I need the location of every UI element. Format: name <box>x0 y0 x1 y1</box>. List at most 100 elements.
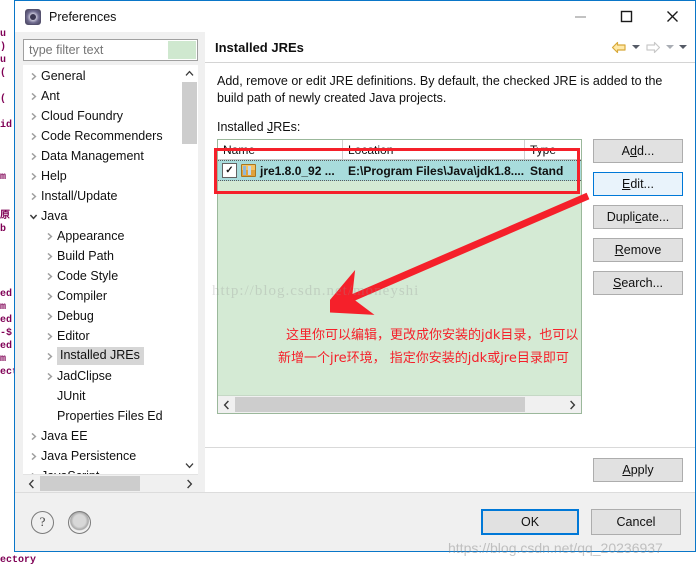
tree-item-label: Code Recommenders <box>41 128 163 143</box>
tree-vscroll-track[interactable] <box>181 82 198 457</box>
remove-button[interactable]: Remove <box>593 238 683 262</box>
add-button[interactable]: Ad d... <box>593 139 683 163</box>
chevron-down-icon[interactable] <box>25 212 41 221</box>
tree-item-build-path[interactable]: Build Path <box>23 246 181 266</box>
chevron-left-icon[interactable] <box>218 396 235 413</box>
tree-item-label: Debug <box>57 308 94 323</box>
tree-item-code-recommenders[interactable]: Code Recommenders <box>23 126 181 146</box>
tree-item-label: Installed JREs <box>57 347 144 365</box>
search-button[interactable]: Search... <box>593 271 683 295</box>
tree-item-appearance[interactable]: Appearance <box>23 226 181 246</box>
chevron-right-icon[interactable] <box>41 272 57 281</box>
circle-icon[interactable] <box>68 510 91 534</box>
chevron-right-icon[interactable] <box>41 252 57 261</box>
maximize-button[interactable] <box>603 1 649 32</box>
edit-button[interactable]: Edit... <box>593 172 683 196</box>
chevron-right-icon[interactable] <box>41 352 57 361</box>
tree-item-java-persistence[interactable]: Java Persistence <box>23 446 181 466</box>
cell-type: Stand <box>530 163 564 178</box>
chevron-right-icon[interactable] <box>25 432 41 441</box>
apply-label-post: pply <box>630 463 654 477</box>
forward-caret-down-icon[interactable] <box>666 45 674 49</box>
chevron-right-icon[interactable] <box>41 372 57 381</box>
close-button[interactable] <box>649 1 695 32</box>
cancel-button[interactable]: Cancel <box>591 509 681 535</box>
tree-item-jadclipse[interactable]: JadClipse <box>23 366 181 386</box>
tree-item-java[interactable]: Java <box>23 206 181 226</box>
page-content: Add, remove or edit JRE definitions. By … <box>205 63 695 447</box>
row-checkbox[interactable]: ✓ <box>222 163 237 178</box>
arrow-left-icon[interactable] <box>611 41 627 54</box>
dialog-body: General Ant Cloud Foundry Code Recommenders… <box>15 32 695 492</box>
tree-item-general[interactable]: General <box>23 66 181 86</box>
jre-hscroll-track[interactable] <box>235 396 564 413</box>
chevron-right-icon[interactable] <box>41 292 57 301</box>
add-label-mnemonic: d <box>630 144 637 158</box>
tree-item-compiler[interactable]: Compiler <box>23 286 181 306</box>
chevron-right-icon[interactable] <box>181 475 198 492</box>
installed-jres-label: Installed JREs: <box>217 120 683 134</box>
tree-hscroll-track[interactable] <box>40 475 181 492</box>
tree-vscroll-thumb[interactable] <box>182 82 197 144</box>
apply-button[interactable]: Apply <box>593 458 683 482</box>
chevron-right-icon[interactable] <box>25 152 41 161</box>
jre-hscroll-thumb[interactable] <box>235 397 525 412</box>
tree-item-java-ee[interactable]: Java EE <box>23 426 181 446</box>
tree-item-label: Cloud Foundry <box>41 108 123 123</box>
tree-item-debug[interactable]: Debug <box>23 306 181 326</box>
minimize-button[interactable] <box>557 1 603 32</box>
tree-horizontal-scrollbar[interactable] <box>23 474 198 492</box>
chevron-right-icon[interactable] <box>25 172 41 181</box>
jre-table-body: ✓ jre1.8.0_92 ... E:\Program Files\Java\jd… <box>218 160 581 395</box>
tree-hscroll-thumb[interactable] <box>40 476 140 491</box>
chevron-right-icon[interactable] <box>25 112 41 121</box>
tree-item-properties-files-ed[interactable]: Properties Files Ed <box>23 406 181 426</box>
tree-item-help[interactable]: Help <box>23 166 181 186</box>
chevron-left-icon[interactable] <box>23 475 40 492</box>
ok-button[interactable]: OK <box>481 509 579 535</box>
chevron-right-icon[interactable] <box>41 312 57 321</box>
chevron-right-icon[interactable] <box>25 452 41 461</box>
tree-item-cloud-foundry[interactable]: Cloud Foundry <box>23 106 181 126</box>
question-mark-icon[interactable]: ? <box>31 510 54 534</box>
back-caret-down-icon[interactable] <box>632 45 640 49</box>
chevron-right-icon[interactable] <box>41 332 57 341</box>
jre-table[interactable]: Name Location Type ✓ jre1.8.0_92 ... E:\Pr… <box>217 139 582 414</box>
add-label-pre: A <box>621 144 630 158</box>
chevron-right-icon[interactable] <box>25 132 41 141</box>
tree-item-code-style[interactable]: Code Style <box>23 266 181 286</box>
column-header-name[interactable]: Name <box>218 140 343 159</box>
tree-vertical-scrollbar[interactable] <box>181 65 198 474</box>
filter-input[interactable] <box>24 42 169 58</box>
tree-item-junit[interactable]: JUnit <box>23 386 181 406</box>
column-header-type[interactable]: Type <box>525 140 581 159</box>
tree-item-installed-jres[interactable]: Installed JREs <box>23 346 181 366</box>
chevron-right-icon[interactable] <box>25 92 41 101</box>
chevron-down-icon[interactable] <box>181 457 198 474</box>
tree-item-label: Install/Update <box>41 188 118 203</box>
chevron-right-icon[interactable] <box>25 192 41 201</box>
dialog-footer-buttons: OK Cancel <box>481 509 681 535</box>
tree-item-data-management[interactable]: Data Management <box>23 146 181 166</box>
column-header-location[interactable]: Location <box>343 140 525 159</box>
chevron-right-icon[interactable] <box>41 232 57 241</box>
tree-item-ant[interactable]: Ant <box>23 86 181 106</box>
tree-item-editor[interactable]: Editor <box>23 326 181 346</box>
menu-caret-down-icon[interactable] <box>679 45 687 49</box>
apply-row: Apply <box>205 447 695 492</box>
installed-jres-page: Installed JREs Add, remove or edit JRE d… <box>205 32 695 492</box>
duplicate-button[interactable]: Dupli c ate... <box>593 205 683 229</box>
jre-table-horizontal-scrollbar[interactable] <box>218 395 581 413</box>
tree-item-javascript[interactable]: JavaScript <box>23 466 181 474</box>
arrow-right-icon[interactable] <box>645 41 661 54</box>
table-row[interactable]: ✓ jre1.8.0_92 ... E:\Program Files\Java\jd… <box>218 160 581 181</box>
tree-item-install-update[interactable]: Install/Update <box>23 186 181 206</box>
page-description: Add, remove or edit JRE definitions. By … <box>217 74 663 105</box>
filter-box[interactable] <box>23 39 198 61</box>
installed-jres-label-post: REs: <box>273 120 301 134</box>
chevron-right-icon[interactable] <box>564 396 581 413</box>
chevron-right-icon[interactable] <box>25 72 41 81</box>
edit-label-post: dit... <box>630 177 654 191</box>
chevron-up-icon[interactable] <box>181 65 198 82</box>
duplicate-label-post: ate... <box>641 210 670 224</box>
